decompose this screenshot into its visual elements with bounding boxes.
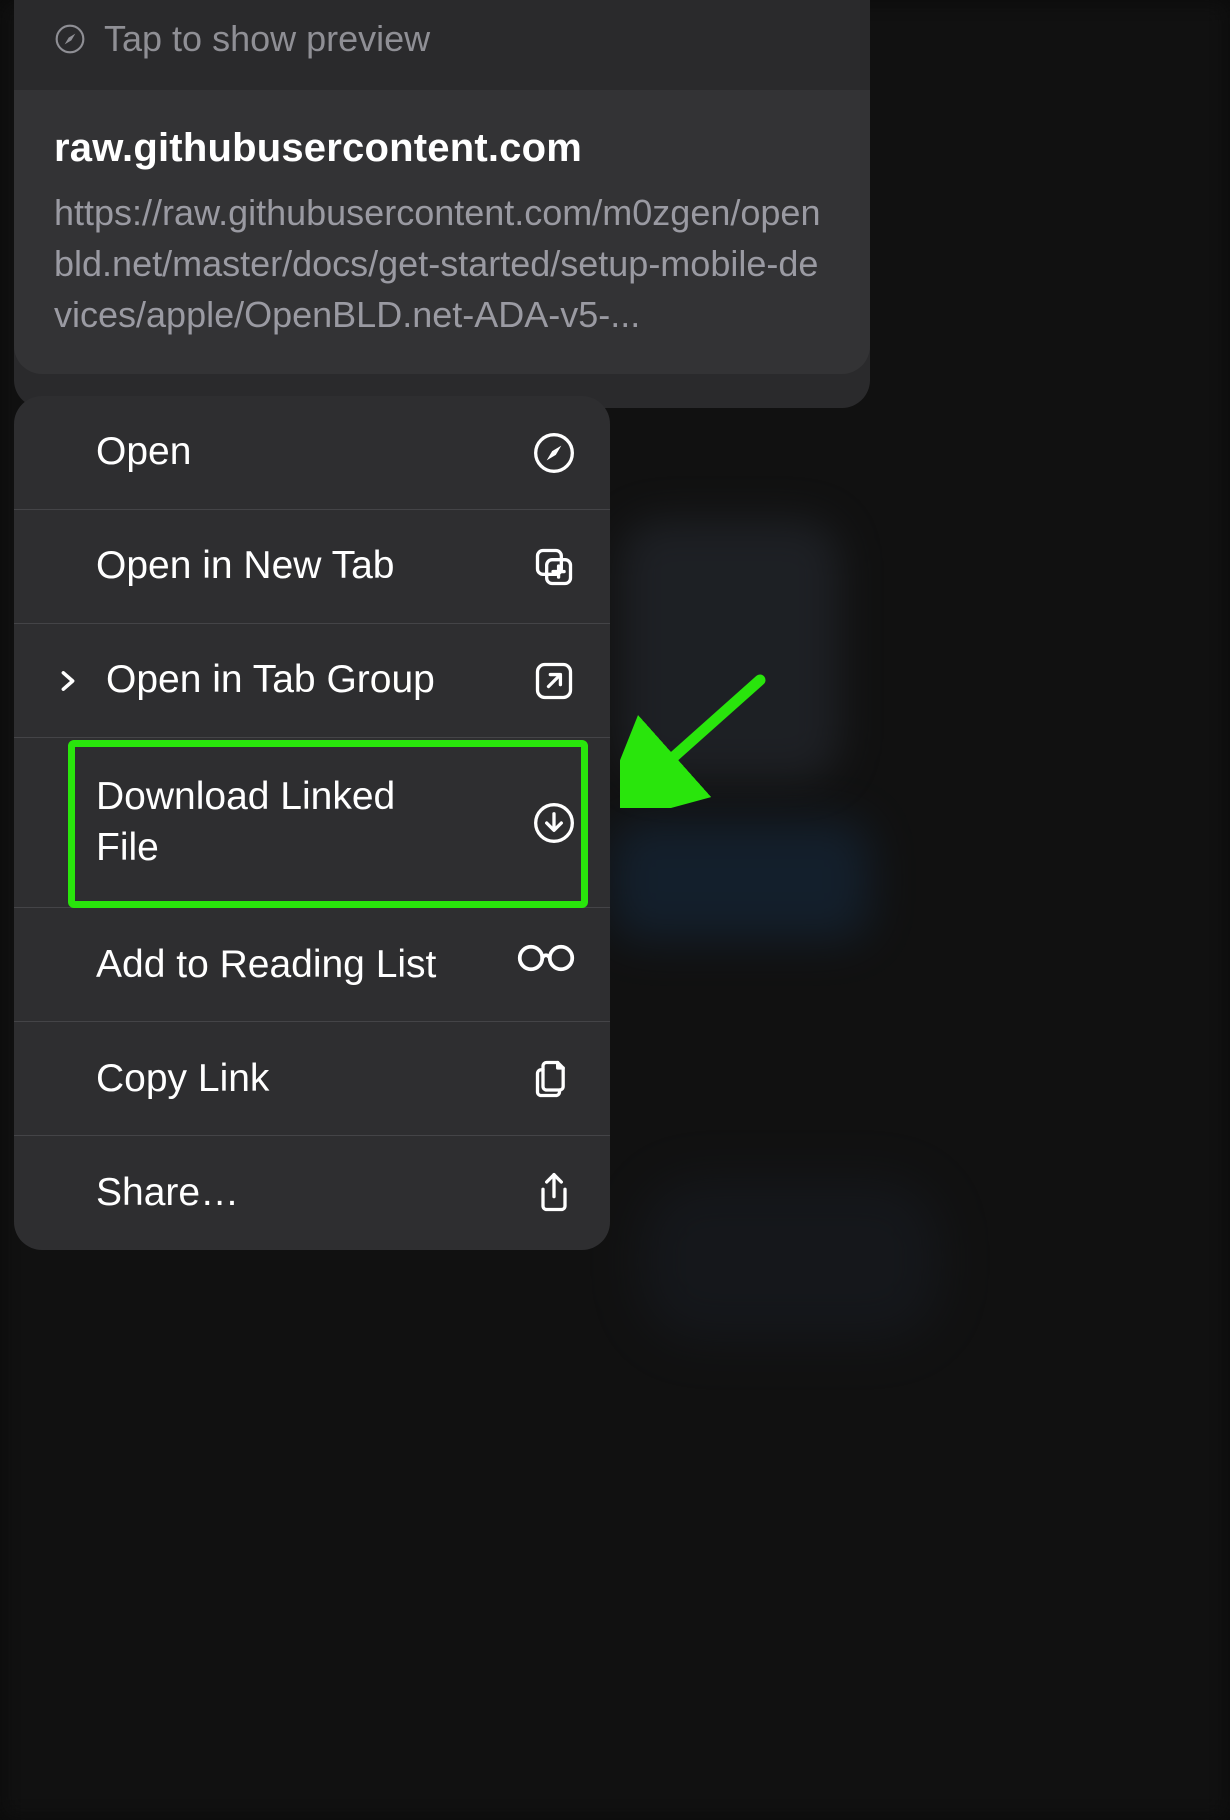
menu-label: Add to Reading List <box>96 940 436 991</box>
share-icon <box>532 1171 576 1215</box>
preview-body: raw.githubusercontent.com https://raw.gi… <box>14 90 870 374</box>
background-blob <box>620 520 840 780</box>
download-circle-icon <box>532 801 576 845</box>
chevron-right-icon <box>54 667 82 695</box>
menu-label: Open <box>96 427 191 478</box>
menu-label: Share… <box>96 1168 239 1219</box>
menu-label: Copy Link <box>96 1054 269 1105</box>
menu-item-open[interactable]: Open <box>14 396 610 510</box>
open-external-icon <box>532 659 576 703</box>
copy-document-icon <box>532 1057 576 1101</box>
menu-item-share[interactable]: Share… <box>14 1136 610 1250</box>
link-preview-card[interactable]: Tap to show preview raw.githubuserconten… <box>14 0 870 408</box>
menu-label: Open in Tab Group <box>106 655 435 706</box>
preview-url: https://raw.githubusercontent.com/m0zgen… <box>54 187 830 340</box>
menu-item-open-new-tab[interactable]: Open in New Tab <box>14 510 610 624</box>
safari-compass-icon <box>532 431 576 475</box>
glasses-icon <box>516 943 576 987</box>
background-blob <box>640 1180 940 1340</box>
menu-item-reading-list[interactable]: Add to Reading List <box>14 908 610 1022</box>
context-menu: Open Open in New Tab Open <box>14 396 610 1250</box>
menu-label: Download Linked File <box>96 772 426 873</box>
new-tab-icon <box>532 545 576 589</box>
background-blob <box>610 820 870 940</box>
menu-item-download-linked-file[interactable]: Download Linked File <box>14 738 610 908</box>
menu-item-copy-link[interactable]: Copy Link <box>14 1022 610 1136</box>
menu-label: Open in New Tab <box>96 541 394 592</box>
menu-item-open-tab-group[interactable]: Open in Tab Group <box>14 624 610 738</box>
preview-header[interactable]: Tap to show preview <box>14 0 870 90</box>
compass-icon <box>54 23 86 55</box>
preview-tap-label: Tap to show preview <box>104 18 430 60</box>
preview-domain: raw.githubusercontent.com <box>54 126 830 171</box>
